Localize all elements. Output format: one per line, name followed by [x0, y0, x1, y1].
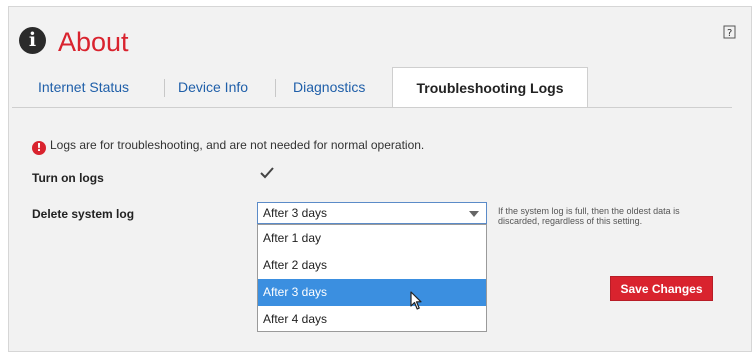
tab-divider [164, 79, 165, 97]
tab-troubleshooting-logs[interactable]: Troubleshooting Logs [392, 67, 588, 108]
tab-device-info[interactable]: Device Info [178, 67, 248, 107]
delete-system-log-options: After 1 day After 2 days After 3 days Af… [257, 224, 487, 332]
notice-text: Logs are for troubleshooting, and are no… [50, 138, 425, 152]
svg-text:?: ? [727, 28, 732, 39]
tab-bar: Internet Status Device Info Diagnostics … [12, 67, 732, 108]
option-after-4-days[interactable]: After 4 days [258, 306, 486, 333]
tab-internet-status[interactable]: Internet Status [38, 67, 129, 107]
help-question-icon[interactable]: ? [723, 25, 737, 39]
logs-notice: ! Logs are for troubleshooting, and are n… [32, 137, 424, 155]
delete-log-hint: If the system log is full, then the olde… [498, 206, 680, 226]
option-after-2-days[interactable]: After 2 days [258, 252, 486, 279]
mouse-pointer-icon [410, 291, 426, 311]
checkmark-icon [260, 167, 274, 179]
tab-underline [12, 107, 732, 108]
option-after-3-days[interactable]: After 3 days [258, 279, 486, 306]
option-after-1-day[interactable]: After 1 day [258, 225, 486, 252]
delete-system-log-select[interactable]: After 3 days [257, 202, 487, 224]
tab-divider [275, 79, 276, 97]
alert-icon: ! [32, 141, 46, 155]
save-changes-button[interactable]: Save Changes [610, 276, 713, 301]
delete-system-log-label: Delete system log [32, 207, 135, 221]
dropdown-arrow-icon [469, 211, 479, 217]
turn-on-logs-label: Turn on logs [32, 171, 104, 185]
page-title: About [58, 27, 129, 57]
info-icon: i [19, 27, 46, 54]
tab-diagnostics[interactable]: Diagnostics [293, 67, 365, 107]
help-question-icon-graphic: ? [723, 25, 736, 39]
select-value: After 3 days [263, 206, 328, 220]
turn-on-logs-checkbox[interactable] [258, 165, 276, 181]
